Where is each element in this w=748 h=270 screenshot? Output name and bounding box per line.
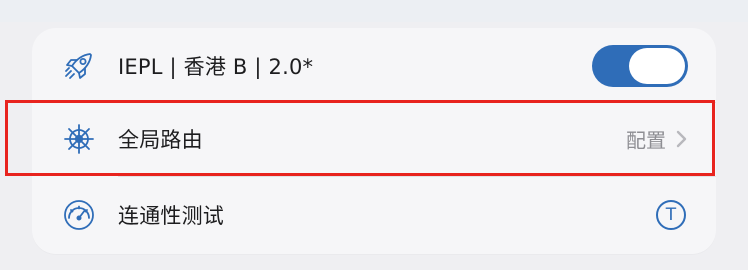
rocket-icon bbox=[62, 49, 96, 83]
settings-screen: IEPL | 香港 B | 2.0* 全局路由 配置 连通性测试 T bbox=[0, 0, 748, 270]
speedometer-icon bbox=[62, 198, 96, 232]
node-label: IEPL | 香港 B | 2.0* bbox=[118, 55, 314, 79]
configure-link[interactable]: 配置 bbox=[626, 125, 666, 154]
node-toggle[interactable] bbox=[592, 45, 688, 87]
ship-wheel-icon bbox=[62, 122, 96, 156]
connectivity-test-label: 连通性测试 bbox=[118, 204, 224, 228]
test-button[interactable]: T bbox=[656, 200, 686, 230]
global-routing-label: 全局路由 bbox=[118, 128, 203, 152]
global-routing-row[interactable]: 全局路由 配置 bbox=[32, 102, 716, 176]
node-row[interactable]: IEPL | 香港 B | 2.0* bbox=[32, 28, 716, 104]
chevron-right-icon bbox=[674, 129, 688, 149]
connectivity-test-row[interactable]: 连通性测试 T bbox=[32, 176, 716, 254]
top-strip bbox=[0, 0, 748, 22]
toggle-knob bbox=[629, 48, 685, 84]
